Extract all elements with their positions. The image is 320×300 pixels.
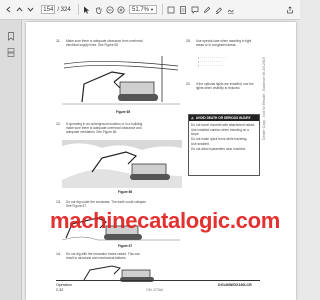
item-number: 21. xyxy=(186,82,191,86)
comment-icon[interactable] xyxy=(190,0,200,19)
select-cursor-icon[interactable] xyxy=(81,0,91,19)
chevron-down-icon: ▼ xyxy=(150,7,154,12)
watermark: machinecatalogic.com xyxy=(50,208,280,233)
footer-section: Operation xyxy=(56,283,72,287)
zoom-level-box[interactable]: 51.7% ▼ xyxy=(128,0,158,19)
zoom-in-icon[interactable] xyxy=(116,0,126,19)
warning-line: Do not make quick turns while traveling. xyxy=(191,137,248,141)
hand-icon[interactable] xyxy=(93,0,103,19)
page-number-group: 154 / 324 xyxy=(38,0,74,19)
footer-code: OM 4728A xyxy=(146,288,164,292)
item-number: 11. xyxy=(56,39,61,43)
figure-65-illustration xyxy=(62,56,180,105)
item-number: 13. xyxy=(56,200,61,204)
pen-icon[interactable] xyxy=(202,0,212,19)
page-total: / 324 xyxy=(57,6,71,13)
instruction-text: Use special care when traveling in tight… xyxy=(196,39,252,47)
left-sidebar xyxy=(0,20,22,300)
warning-box: ⚠ AVOID DEATH OR SERIOUS INJURY Do not t… xyxy=(188,114,260,176)
footer-rule xyxy=(56,280,260,281)
page-down-icon[interactable] xyxy=(25,0,35,19)
warning-header: ⚠ AVOID DEATH OR SERIOUS INJURY xyxy=(189,115,259,121)
pdf-page: 11. Make sure there is adequate clearanc… xyxy=(26,22,296,300)
scroll-mode-icon[interactable] xyxy=(178,0,188,19)
zoom-level-value: 51.7% xyxy=(132,6,150,13)
instruction-text: Do not dig with the excavator tracks rai… xyxy=(66,252,140,260)
figure-caption: Figure 67 xyxy=(118,244,133,248)
thumbnails-icon[interactable] xyxy=(7,44,15,62)
figure-66-illustration xyxy=(62,140,182,188)
back-icon[interactable] xyxy=(3,0,13,19)
pdf-toolbar: 154 / 324 51.7% ▼ xyxy=(0,0,300,20)
zoom-out-icon[interactable] xyxy=(105,0,115,19)
item-number: 12. xyxy=(56,122,61,126)
item-number: 14. xyxy=(56,252,61,256)
fit-page-icon[interactable] xyxy=(166,0,176,19)
page-number-input[interactable]: 154 xyxy=(41,5,56,14)
warning-line: Do not travel downhill with attachment r… xyxy=(191,123,256,127)
instruction-text: Make sure there is adequate clearance fr… xyxy=(66,39,143,47)
sign-icon[interactable] xyxy=(226,0,236,19)
warning-icon: ⚠ xyxy=(191,116,194,120)
share-icon[interactable] xyxy=(284,0,296,19)
warning-line: Use installed caution when traveling on … xyxy=(191,128,249,136)
toolbar-divider xyxy=(162,4,163,15)
footer-model: DX140W/DX140LCR xyxy=(218,283,252,287)
warning-line: Do not allow bystanders near machine. xyxy=(191,147,247,151)
page-up-icon[interactable] xyxy=(14,0,24,19)
figure-caption: Figure 65 xyxy=(116,110,131,114)
instruction-text: Do not dig under the excavator. The eart… xyxy=(66,200,147,208)
side-text: Dealer Copy - Not for Resale - Backhoe 0… xyxy=(262,57,266,140)
bullet-text: • · · · · · · · · · · · · · · • · · · · ·… xyxy=(198,56,227,68)
highlight-icon[interactable] xyxy=(214,0,224,19)
footer-page-number: 2-32 xyxy=(56,288,64,292)
figure-caption: Figure 66 xyxy=(118,190,133,194)
instruction-text: If the optional lights are installed, us… xyxy=(196,82,254,90)
warning-line: Use seatbelt. xyxy=(191,142,210,146)
instruction-text: If operating in an underground location … xyxy=(66,122,144,134)
warning-title: AVOID DEATH OR SERIOUS INJURY xyxy=(195,116,251,120)
excavator-illustration xyxy=(83,265,154,282)
item-number: 20. xyxy=(186,39,191,43)
toolbar-divider xyxy=(78,4,79,15)
